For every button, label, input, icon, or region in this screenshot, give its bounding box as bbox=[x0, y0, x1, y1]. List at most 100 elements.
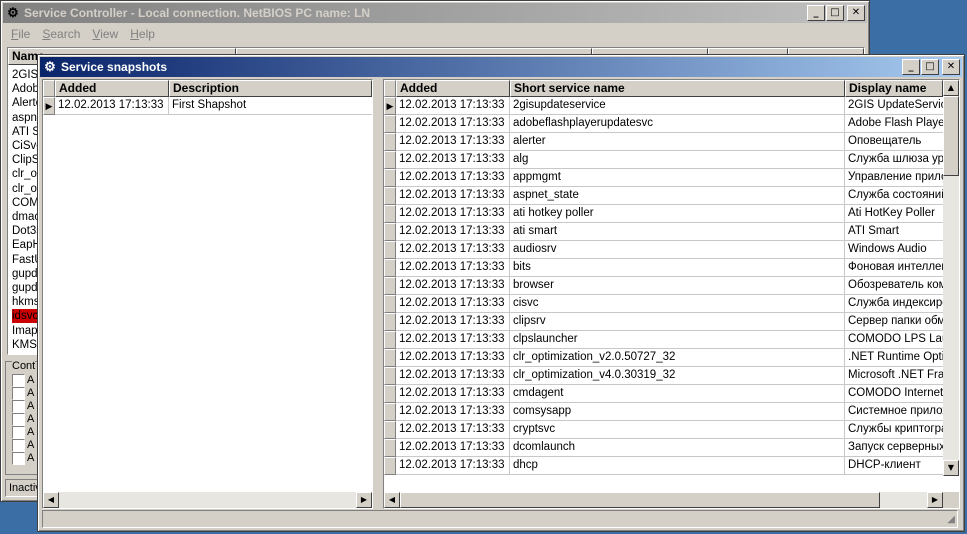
menu-file[interactable]: File bbox=[5, 27, 36, 41]
row-indicator[interactable] bbox=[384, 151, 396, 169]
control-checkbox[interactable] bbox=[12, 374, 25, 387]
scroll-right-icon[interactable]: ▶ bbox=[356, 492, 372, 508]
service-list-item[interactable]: clr_op bbox=[12, 167, 38, 181]
service-list-item[interactable]: Alerte bbox=[12, 96, 38, 110]
table-row[interactable]: 12.02.2013 17:13:33 2gisupdateservice 2GIS… bbox=[396, 97, 943, 115]
control-checkbox[interactable] bbox=[12, 400, 25, 413]
control-checkbox[interactable] bbox=[12, 387, 25, 400]
close-icon[interactable]: ✕ bbox=[942, 59, 960, 75]
service-list-item[interactable]: gupd bbox=[12, 281, 38, 295]
service-list-item[interactable]: EapH bbox=[12, 238, 38, 252]
service-list-item[interactable]: 2GIS bbox=[12, 68, 38, 82]
row-indicator[interactable] bbox=[384, 259, 396, 277]
table-row[interactable]: 12.02.2013 17:13:33 audiosrv Windows Audio bbox=[396, 241, 943, 259]
service-list-item[interactable]: CiSvc bbox=[12, 139, 38, 153]
table-row[interactable]: 12.02.2013 17:13:33 clr_optimization_v4.0… bbox=[396, 367, 943, 385]
row-indicator[interactable] bbox=[384, 457, 396, 475]
main-titlebar[interactable]: ⚙ Service Controller - Local connection.… bbox=[3, 3, 867, 23]
table-row[interactable]: 12.02.2013 17:13:33 cryptsvc Службы крипто… bbox=[396, 421, 943, 439]
table-row[interactable]: 12.02.2013 17:13:33 clpslauncher COMODO LP… bbox=[396, 331, 943, 349]
service-list-item[interactable]: ClipS bbox=[12, 153, 38, 167]
row-indicator[interactable] bbox=[384, 277, 396, 295]
service-list-item[interactable]: Imapi bbox=[12, 324, 38, 338]
row-indicator[interactable]: ▶ bbox=[384, 97, 396, 115]
control-checkbox[interactable] bbox=[12, 439, 25, 452]
table-row[interactable]: 12.02.2013 17:13:33 dhcp DHCP-клиент bbox=[396, 457, 943, 475]
scroll-left-icon[interactable]: ◀ bbox=[43, 492, 59, 508]
snapshots-titlebar[interactable]: ⚙ Service snapshots _ □ ✕ bbox=[40, 57, 962, 77]
row-indicator[interactable] bbox=[384, 115, 396, 133]
row-indicator[interactable] bbox=[384, 241, 396, 259]
row-indicator[interactable]: ▶ bbox=[43, 97, 55, 115]
service-list-item[interactable]: Dot3s bbox=[12, 224, 38, 238]
snapshots-table[interactable]: Added Description ▶ 12.02.2013 17:13:33 Fi… bbox=[42, 79, 373, 509]
control-checkbox[interactable] bbox=[12, 413, 25, 426]
horizontal-scroll-thumb[interactable] bbox=[400, 492, 880, 508]
table-row[interactable]: 12.02.2013 17:13:33 clipsrv Сервер папки о… bbox=[396, 313, 943, 331]
row-indicator[interactable] bbox=[384, 385, 396, 403]
minimize-icon[interactable]: _ bbox=[902, 59, 920, 75]
row-indicator[interactable] bbox=[384, 349, 396, 367]
table-row[interactable]: 12.02.2013 17:13:33 alg Служба шлюза уро bbox=[396, 151, 943, 169]
row-indicator[interactable] bbox=[384, 133, 396, 151]
col-header-added[interactable]: Added bbox=[396, 80, 510, 97]
table-row[interactable]: 12.02.2013 17:13:33 adobeflashplayerupdat… bbox=[396, 115, 943, 133]
col-header-description[interactable]: Description bbox=[169, 80, 372, 97]
table-row[interactable]: 12.02.2013 17:13:33 browser Обозреватель к… bbox=[396, 277, 943, 295]
col-header-short-name[interactable]: Short service name bbox=[510, 80, 845, 97]
scroll-left-icon[interactable]: ◀ bbox=[384, 492, 400, 508]
row-indicator[interactable] bbox=[384, 205, 396, 223]
service-list-item[interactable]: idsvc bbox=[12, 309, 38, 324]
minimize-icon[interactable]: _ bbox=[807, 5, 825, 21]
vertical-scroll-thumb[interactable] bbox=[943, 96, 959, 176]
left-horizontal-scrollbar[interactable]: ◀ ▶ bbox=[43, 492, 372, 508]
scroll-up-icon[interactable]: ▲ bbox=[943, 80, 959, 96]
right-horizontal-scrollbar[interactable]: ◀ ▶ bbox=[384, 492, 943, 508]
service-list-item[interactable]: dmac bbox=[12, 210, 38, 224]
col-header-added[interactable]: Added bbox=[55, 80, 169, 97]
scroll-right-icon[interactable]: ▶ bbox=[927, 492, 943, 508]
row-indicator[interactable] bbox=[384, 421, 396, 439]
table-row[interactable]: 12.02.2013 17:13:33 dcomlaunch Запуск серв… bbox=[396, 439, 943, 457]
row-indicator[interactable] bbox=[384, 439, 396, 457]
table-row[interactable]: 12.02.2013 17:13:33 alerter Оповещатель bbox=[396, 133, 943, 151]
close-icon[interactable]: ✕ bbox=[847, 5, 865, 21]
service-list-item[interactable]: clr_op bbox=[12, 182, 38, 196]
table-row[interactable]: 12.02.2013 17:13:33 ati smart ATI Smart bbox=[396, 223, 943, 241]
table-row[interactable]: 12.02.2013 17:13:33 cmdagent COMODO Intern… bbox=[396, 385, 943, 403]
row-indicator[interactable] bbox=[384, 367, 396, 385]
menu-help[interactable]: Help bbox=[124, 27, 161, 41]
pane-splitter[interactable] bbox=[373, 79, 381, 507]
table-row[interactable]: 12.02.2013 17:13:33 aspnet_state Служба со… bbox=[396, 187, 943, 205]
service-list-item[interactable]: KMS bbox=[12, 338, 38, 352]
service-list-item[interactable]: ATI S bbox=[12, 125, 38, 139]
service-list-item[interactable]: Adob bbox=[12, 82, 38, 96]
table-row[interactable]: 12.02.2013 17:13:33 First Shapshot bbox=[55, 97, 372, 115]
service-list-item[interactable]: COM bbox=[12, 196, 38, 210]
menu-search[interactable]: Search bbox=[36, 27, 86, 41]
service-list-item[interactable]: aspne bbox=[12, 111, 38, 125]
control-checkbox[interactable] bbox=[12, 426, 25, 439]
row-indicator[interactable] bbox=[384, 331, 396, 349]
maximize-icon[interactable]: □ bbox=[921, 59, 939, 75]
row-indicator[interactable] bbox=[384, 295, 396, 313]
service-list-item[interactable]: gupd bbox=[12, 267, 38, 281]
table-row[interactable]: 12.02.2013 17:13:33 comsysapp Системное пр… bbox=[396, 403, 943, 421]
table-row[interactable]: 12.02.2013 17:13:33 clr_optimization_v2.0… bbox=[396, 349, 943, 367]
table-row[interactable]: 12.02.2013 17:13:33 bits Фоновая интеллек bbox=[396, 259, 943, 277]
row-indicator[interactable] bbox=[384, 187, 396, 205]
row-indicator[interactable] bbox=[384, 223, 396, 241]
service-list-item[interactable]: hkms bbox=[12, 295, 38, 309]
scroll-down-icon[interactable]: ▼ bbox=[943, 460, 959, 476]
row-indicator[interactable] bbox=[384, 169, 396, 187]
row-indicator[interactable] bbox=[384, 403, 396, 421]
size-grip-icon[interactable]: ◢ bbox=[947, 513, 955, 527]
control-checkbox[interactable] bbox=[12, 452, 25, 465]
col-header-display-name[interactable]: Display name bbox=[845, 80, 943, 97]
table-row[interactable]: 12.02.2013 17:13:33 ati hotkey poller Ati … bbox=[396, 205, 943, 223]
right-vertical-scrollbar[interactable]: ▲ ▼ bbox=[943, 80, 959, 476]
table-row[interactable]: 12.02.2013 17:13:33 appmgmt Управление при… bbox=[396, 169, 943, 187]
row-indicator[interactable] bbox=[384, 313, 396, 331]
services-table[interactable]: Added Short service name Display name ▶ 1… bbox=[383, 79, 960, 509]
maximize-icon[interactable]: □ bbox=[826, 5, 844, 21]
